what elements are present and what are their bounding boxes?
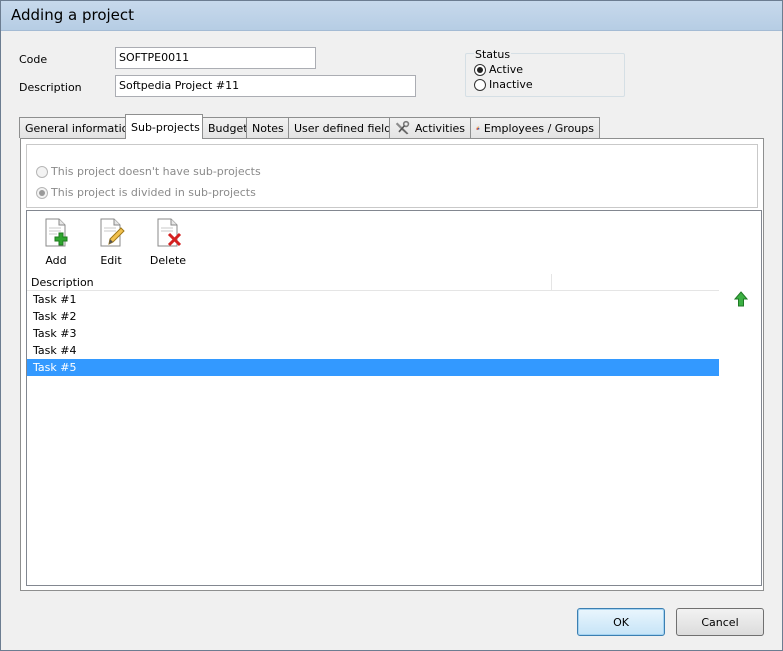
tab-label: Budget [208,121,248,135]
table-row[interactable]: Task #2 [27,308,719,325]
divided-subprojects-label: This project is divided in sub-projects [51,186,256,199]
description-field[interactable]: Softpedia Project #11 [115,75,416,97]
sub-projects-option-group: This project doesn't have sub-projects T… [26,144,758,208]
table-row-selected[interactable]: Task #5 [27,359,719,376]
tab-sub-projects[interactable]: Sub-projects [125,114,203,139]
title-bar[interactable]: Adding a project [1,1,782,31]
delete-document-icon [157,218,182,247]
tab-notes[interactable]: Notes [246,117,289,138]
tab-label: User defined fields [294,121,397,135]
no-subprojects-label: This project doesn't have sub-projects [51,165,261,178]
status-inactive-radio[interactable]: Inactive [474,78,533,91]
status-active-radio[interactable]: Active [474,63,523,76]
table-row[interactable]: Task #4 [27,342,719,359]
tools-icon [395,120,410,135]
status-group: Status Active Inactive [465,48,625,97]
radio-checked-icon [474,63,486,76]
tab-user-defined-fields[interactable]: User defined fields [288,117,397,138]
tab-label: Sub-projects [131,120,200,134]
grid-header: Description [27,274,719,291]
radio-unchecked-icon [474,78,486,91]
no-subprojects-radio[interactable]: This project doesn't have sub-projects [36,165,261,178]
cancel-label: Cancel [701,615,739,629]
tab-general-information[interactable]: General information [19,117,135,138]
divided-subprojects-radio[interactable]: This project is divided in sub-projects [36,186,256,199]
column-header-description[interactable]: Description [27,274,552,291]
dialog-window: Adding a project Code SOFTPE0011 Descrip… [0,0,783,651]
status-inactive-label: Inactive [489,78,533,91]
grid-rows: Task #1 Task #2 Task #3 Task #4 Task #5 [27,291,719,376]
code-label: Code [19,53,48,66]
tab-employees-groups[interactable]: Employees / Groups [470,117,600,138]
add-button[interactable]: Add [36,218,76,267]
ok-button[interactable]: OK [577,608,665,636]
delete-label: Delete [149,254,187,267]
radio-unchecked-icon [36,165,48,178]
tab-budget[interactable]: Budget [202,117,248,138]
tab-label: Activities [414,121,465,135]
move-up-arrow-icon[interactable] [734,291,748,307]
table-row[interactable]: Task #1 [27,291,719,308]
edit-label: Edit [100,254,122,267]
radio-checked-icon [36,186,48,199]
add-label: Add [45,254,67,267]
sub-projects-list-area: Add Edit Delete Description Task #1 Task… [26,210,762,586]
status-legend: Status [474,48,512,61]
description-label: Description [19,81,82,94]
window-title: Adding a project [11,6,135,24]
cancel-button[interactable]: Cancel [676,608,764,636]
people-icon [476,126,480,130]
column-header-empty[interactable] [552,274,719,291]
sub-projects-toolbar: Add Edit Delete [27,211,761,273]
edit-button[interactable]: Edit [91,218,131,267]
add-document-icon [45,218,68,247]
status-active-label: Active [489,63,524,76]
delete-button[interactable]: Delete [148,218,188,267]
tab-label: Notes [252,121,284,135]
ok-label: OK [613,615,629,629]
tab-label: Employees / Groups [483,121,594,135]
edit-document-icon [100,218,125,247]
tab-activities[interactable]: Activities [389,117,471,138]
tab-label: General information [25,121,136,135]
sub-projects-panel: This project doesn't have sub-projects T… [20,138,764,591]
table-row[interactable]: Task #3 [27,325,719,342]
code-field[interactable]: SOFTPE0011 [115,47,316,69]
